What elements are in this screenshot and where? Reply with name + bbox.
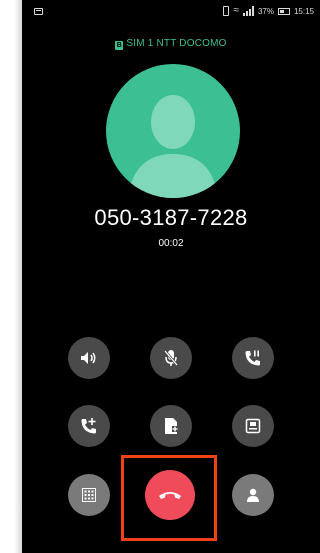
notification-icon bbox=[34, 8, 43, 15]
sim-label: B SIM 1 NTT DOCOMO bbox=[22, 38, 320, 50]
phone-number: 050-3187-7228 bbox=[94, 205, 248, 230]
wifi-icon: ≈ bbox=[233, 5, 239, 16]
record-button[interactable] bbox=[232, 405, 274, 447]
end-call-highlight-box bbox=[121, 455, 217, 541]
status-bar: ≈ 37% 15:15 bbox=[22, 0, 320, 24]
mute-button[interactable] bbox=[150, 337, 192, 379]
hold-call-icon bbox=[245, 350, 260, 366]
speaker-icon bbox=[81, 352, 96, 364]
record-icon bbox=[245, 418, 261, 434]
contact-avatar bbox=[106, 64, 240, 198]
sim-icon: B bbox=[115, 41, 124, 50]
signal-icon bbox=[242, 6, 254, 16]
clock: 15:15 bbox=[293, 6, 314, 16]
battery-icon bbox=[277, 7, 290, 15]
keypad-button[interactable] bbox=[68, 474, 110, 516]
vibrate-icon bbox=[223, 6, 230, 16]
hold-button[interactable] bbox=[232, 337, 274, 379]
status-icons: ≈ 37% 15:15 bbox=[223, 6, 314, 16]
person-silhouette-icon bbox=[128, 95, 218, 198]
mic-off-icon bbox=[164, 350, 178, 366]
sim-carrier: SIM 1 NTT DOCOMO bbox=[126, 38, 227, 49]
contact-card-icon bbox=[165, 418, 178, 434]
add-call-button[interactable] bbox=[68, 405, 110, 447]
contacts-button[interactable] bbox=[150, 405, 192, 447]
speaker-button[interactable] bbox=[68, 337, 110, 379]
battery-percent: 37% bbox=[257, 6, 274, 16]
call-duration: 00:02 bbox=[158, 238, 184, 249]
keypad-icon bbox=[82, 488, 96, 502]
profile-button[interactable] bbox=[232, 474, 274, 516]
person-icon bbox=[247, 488, 259, 502]
add-call-icon bbox=[81, 418, 96, 434]
window-edge bbox=[14, 0, 22, 553]
